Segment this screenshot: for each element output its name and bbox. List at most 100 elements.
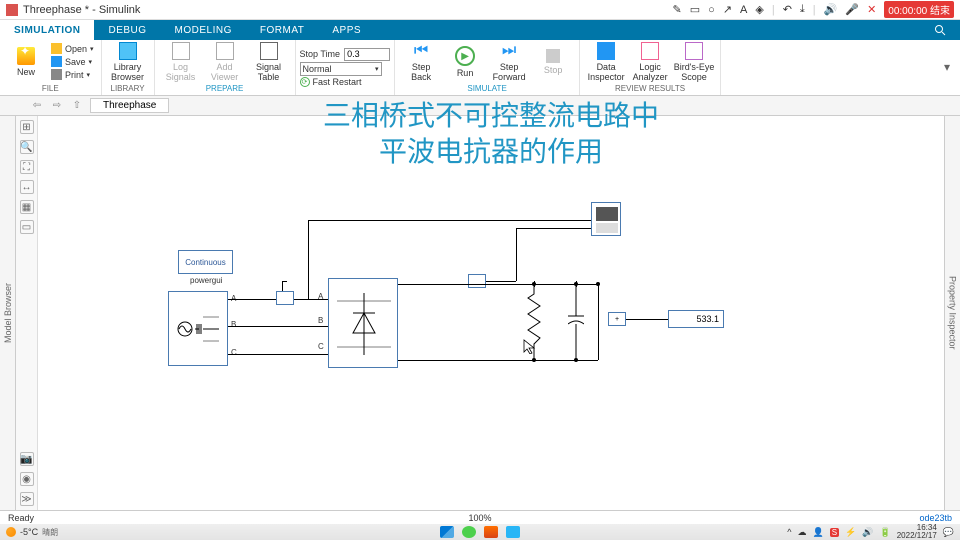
stoptime-label: Stop Time: [300, 49, 341, 59]
library-browser-button[interactable]: Library Browser: [106, 42, 150, 82]
toolstrip-chevron[interactable]: ▾: [944, 60, 956, 74]
stop-button[interactable]: Stop: [531, 42, 575, 82]
block-scope[interactable]: [591, 202, 621, 236]
arrow-icon[interactable]: ↗: [723, 3, 732, 16]
tray-battery-icon[interactable]: 🔋: [880, 527, 891, 538]
tool-zoom-icon[interactable]: 🔍: [20, 140, 34, 154]
pencil-icon[interactable]: ✎: [673, 3, 682, 16]
file-group-label: FILE: [4, 83, 97, 93]
tray-chevron-icon[interactable]: ^: [787, 527, 791, 537]
signal-table-button[interactable]: Signal Table: [247, 42, 291, 82]
text-icon[interactable]: A: [740, 4, 747, 16]
print-button[interactable]: Print▾: [48, 68, 97, 81]
tool-arrow-icon[interactable]: ↔: [20, 180, 34, 194]
tool-more-icon[interactable]: ≫: [20, 492, 34, 506]
log-signals-button[interactable]: Log Signals: [159, 42, 203, 82]
rectangle-icon[interactable]: ▭: [690, 3, 700, 16]
viewer-icon: [216, 42, 234, 60]
tab-format[interactable]: FORMAT: [246, 20, 318, 40]
undo-icon[interactable]: ↶: [783, 3, 792, 16]
weather-icon: [6, 527, 16, 537]
tray-people-icon[interactable]: 👤: [813, 527, 824, 538]
step-forward-button[interactable]: ⏭Step Forward: [487, 42, 531, 82]
tab-modeling[interactable]: MODELING: [161, 20, 246, 40]
block-display[interactable]: 533.1: [668, 310, 724, 328]
taskbar-app-3[interactable]: [506, 526, 520, 538]
nav-up-icon[interactable]: ⇧: [70, 99, 84, 113]
tool-fit-icon[interactable]: ⛶: [20, 160, 34, 174]
tool-record-icon[interactable]: ◉: [20, 472, 34, 486]
tray-onedrive-icon[interactable]: ☁: [798, 527, 807, 538]
step-back-button[interactable]: ⏮Step Back: [399, 42, 443, 82]
status-solver[interactable]: ode23tb: [919, 513, 952, 523]
tool-explorer-icon[interactable]: ⊞: [20, 120, 34, 134]
breadcrumb[interactable]: Threephase: [90, 98, 169, 113]
run-button[interactable]: ▶Run: [443, 42, 487, 82]
block-rectifier[interactable]: [328, 278, 398, 368]
canvas-palette: ⊞ 🔍 ⛶ ↔ ▦ ▭ 📷 ◉ ≫: [16, 116, 38, 510]
tab-simulation[interactable]: SIMULATION: [0, 20, 94, 40]
taskbar-app-1[interactable]: [462, 526, 476, 538]
tab-apps[interactable]: APPS: [318, 20, 375, 40]
record-timer[interactable]: 00:00:00 结束: [884, 1, 954, 18]
block-source[interactable]: [168, 291, 228, 366]
tray-volume-icon[interactable]: 🔊: [862, 527, 873, 538]
status-zoom[interactable]: 100%: [468, 513, 491, 523]
toolstrip-search-icon[interactable]: [920, 20, 960, 40]
mic-icon[interactable]: 🎤: [845, 3, 859, 16]
model-browser-panel[interactable]: Model Browser: [0, 116, 16, 510]
property-inspector-panel[interactable]: Property Inspector: [944, 116, 960, 510]
open-button[interactable]: Open▾: [48, 42, 97, 55]
powergui-label: powergui: [190, 276, 222, 285]
simulink-app-icon: [6, 4, 18, 16]
simulation-mode-select[interactable]: Normal▾: [300, 62, 382, 76]
block-powergui[interactable]: Continuous: [178, 250, 233, 274]
play-icon: ▶: [455, 46, 475, 66]
nav-forward-icon[interactable]: ⇨: [50, 99, 64, 113]
nav-back-icon[interactable]: ⇦: [30, 99, 44, 113]
print-icon: [51, 69, 62, 80]
stoptime-input[interactable]: [344, 48, 390, 61]
download-icon[interactable]: ⤓: [800, 3, 805, 16]
simulate-group-label: SIMULATE: [399, 83, 575, 93]
prepare-group-label: PREPARE: [159, 83, 291, 93]
taskbar-weather[interactable]: -5°C 晴朗: [6, 527, 58, 538]
block-meas2[interactable]: [468, 274, 486, 288]
cursor-icon: [522, 338, 536, 354]
fast-restart-button[interactable]: ⟳Fast Restart: [300, 77, 362, 87]
data-inspector-icon: [597, 42, 615, 60]
logic-analyzer-button[interactable]: Logic Analyzer: [628, 42, 672, 82]
close-icon[interactable]: ✕: [867, 3, 876, 16]
step-back-icon: ⏮: [412, 42, 430, 60]
logic-icon: [641, 42, 659, 60]
tool-image-icon[interactable]: ▦: [20, 200, 34, 214]
capacitor-icon[interactable]: [568, 284, 584, 360]
block-vmeas[interactable]: +: [608, 312, 626, 326]
new-button[interactable]: ✦ New: [4, 42, 48, 82]
model-canvas[interactable]: 三相桥式不可控整流电路中 平波电抗器的作用 Continuous powergu…: [38, 116, 944, 510]
add-viewer-button[interactable]: Add Viewer: [203, 42, 247, 82]
tab-debug[interactable]: DEBUG: [94, 20, 160, 40]
birdseye-button[interactable]: Bird's-Eye Scope: [672, 42, 716, 82]
birdseye-icon: [685, 42, 703, 60]
save-button[interactable]: Save▾: [48, 55, 97, 68]
data-inspector-button[interactable]: Data Inspector: [584, 42, 628, 82]
tray-ime-icon[interactable]: S: [830, 528, 839, 537]
tool-annotation-icon[interactable]: ▭: [20, 220, 34, 234]
taskbar-matlab-icon[interactable]: [484, 526, 498, 538]
scope-icon: [592, 203, 622, 237]
block-meas1[interactable]: [276, 291, 294, 305]
toolstrip: ✦ New Open▾ Save▾ Print▾ FILE Library Br…: [0, 40, 960, 96]
window-title: Threephase * - Simulink: [23, 4, 140, 16]
step-forward-icon: ⏭: [500, 42, 518, 60]
blur-icon[interactable]: ◈: [755, 3, 763, 16]
tray-wifi-icon[interactable]: ⚡: [845, 527, 856, 538]
tool-screenshot-icon[interactable]: 📷: [20, 452, 34, 466]
status-ready: Ready: [8, 513, 34, 523]
open-icon: [51, 43, 62, 54]
taskbar-start-icon[interactable]: [440, 526, 454, 538]
speaker-icon[interactable]: 🔊: [824, 3, 838, 16]
tray-notifications-icon[interactable]: 💬: [943, 527, 954, 538]
circle-icon[interactable]: ○: [708, 4, 715, 16]
taskbar-clock[interactable]: 16:34 2022/12/17: [897, 524, 937, 540]
